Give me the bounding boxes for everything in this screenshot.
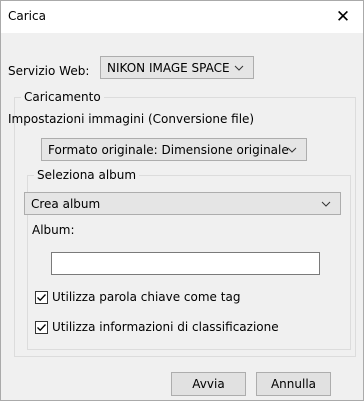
album-name-label: Album: — [32, 223, 75, 237]
album-select-value: Crea album — [31, 196, 101, 211]
keyword-tag-option[interactable]: Utilizza parola chiave come tag — [35, 290, 240, 304]
album-select[interactable]: Crea album — [24, 192, 341, 215]
chevron-down-icon — [234, 65, 244, 71]
rating-info-label: Utilizza informazioni di classificazione — [52, 320, 279, 334]
service-select[interactable]: NIKON IMAGE SPACE — [100, 56, 254, 79]
start-button[interactable]: Avvia — [171, 372, 246, 396]
service-select-value: NIKON IMAGE SPACE — [107, 60, 230, 75]
title-bar: Carica ✕ — [1, 1, 363, 33]
upload-group-legend: Caricamento — [24, 90, 101, 104]
album-name-input[interactable] — [51, 252, 320, 275]
checkmark-icon — [37, 323, 46, 331]
window-title: Carica — [8, 9, 46, 23]
format-select[interactable]: Formato originale: Dimensione originale — [41, 138, 307, 161]
album-group-legend: Seleziona album — [37, 168, 137, 182]
chevron-down-icon — [287, 147, 297, 153]
keyword-tag-checkbox[interactable] — [35, 290, 48, 304]
close-icon: ✕ — [335, 7, 351, 27]
image-settings-label: Impostazioni immagini (Conversione file) — [8, 112, 255, 126]
rating-info-option[interactable]: Utilizza informazioni di classificazione — [35, 320, 279, 334]
keyword-tag-label: Utilizza parola chiave come tag — [52, 290, 241, 304]
format-select-value: Formato originale: Dimensione originale — [48, 142, 289, 157]
upload-dialog: Carica ✕ Servizio Web: NIKON IMAGE SPACE… — [0, 0, 364, 401]
chevron-down-icon — [321, 201, 331, 207]
service-label: Servizio Web: — [8, 64, 90, 78]
close-button[interactable]: ✕ — [323, 1, 363, 33]
rating-info-checkbox[interactable] — [35, 320, 48, 334]
cancel-button[interactable]: Annulla — [256, 372, 331, 396]
checkmark-icon — [37, 293, 46, 301]
